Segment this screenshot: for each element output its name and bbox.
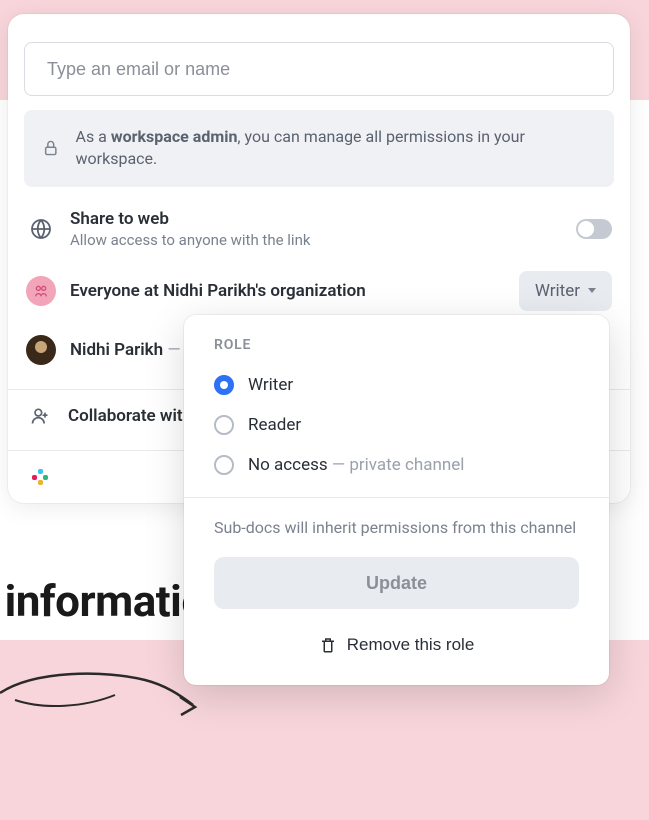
share-to-web-row: Share to web Allow access to anyone with… bbox=[8, 201, 630, 257]
globe-icon bbox=[26, 214, 56, 244]
admin-notice-text: As a workspace admin, you can manage all… bbox=[76, 126, 596, 171]
org-avatar bbox=[26, 276, 56, 306]
role-dropdown: ROLE Writer Reader No access — private c… bbox=[184, 315, 609, 685]
role-option-label: Reader bbox=[248, 415, 301, 435]
user-avatar bbox=[26, 335, 56, 365]
inherit-note: Sub-docs will inherit permissions from t… bbox=[184, 510, 609, 557]
share-web-subtitle: Allow access to anyone with the link bbox=[70, 231, 562, 249]
slack-icon bbox=[30, 467, 50, 487]
org-member-label: Everyone at Nidhi Parikh's organization bbox=[70, 281, 505, 301]
org-role-selector[interactable]: Writer bbox=[519, 271, 612, 311]
role-option-label: No access bbox=[248, 455, 328, 475]
role-option-writer[interactable]: Writer bbox=[184, 365, 609, 405]
remove-role-button[interactable]: Remove this role bbox=[214, 623, 579, 667]
role-option-no-access[interactable]: No access — private channel bbox=[184, 445, 609, 485]
share-web-title: Share to web bbox=[70, 209, 562, 229]
divider bbox=[184, 497, 609, 498]
role-option-label: Writer bbox=[248, 375, 293, 395]
arrow-doodle bbox=[0, 665, 205, 725]
trash-icon bbox=[319, 636, 337, 654]
role-option-suffix: — private channel bbox=[328, 455, 465, 475]
chevron-down-icon bbox=[588, 288, 596, 293]
email-input[interactable] bbox=[24, 42, 614, 96]
add-person-icon bbox=[30, 406, 50, 426]
share-web-toggle[interactable] bbox=[576, 219, 612, 239]
radio-icon bbox=[214, 375, 234, 395]
update-button[interactable]: Update bbox=[214, 557, 579, 609]
admin-notice: As a workspace admin, you can manage all… bbox=[24, 110, 614, 187]
role-section-label: ROLE bbox=[184, 337, 609, 365]
radio-icon bbox=[214, 415, 234, 435]
radio-icon bbox=[214, 455, 234, 475]
collaborate-label: Collaborate wit bbox=[68, 406, 183, 426]
role-option-reader[interactable]: Reader bbox=[184, 405, 609, 445]
lock-icon bbox=[42, 139, 60, 157]
